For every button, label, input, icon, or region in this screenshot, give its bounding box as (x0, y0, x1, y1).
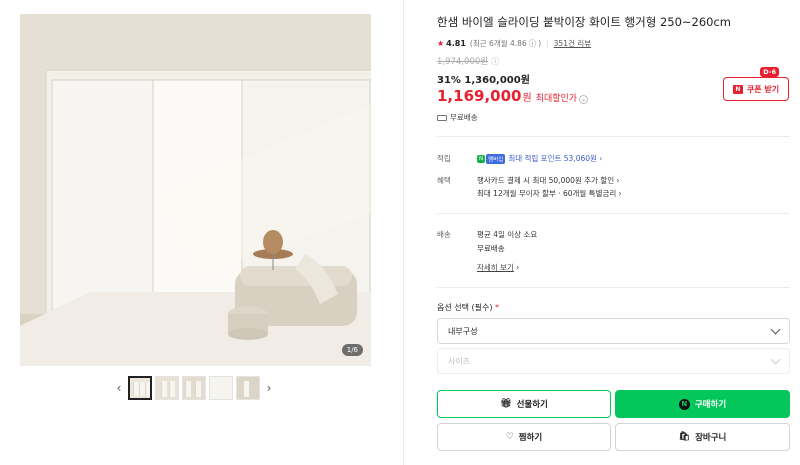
buy-button-label: 구매하기 (694, 400, 727, 410)
coupon-dday-badge: D-6 (760, 67, 779, 77)
final-price-row: 1,169,000 원 최대할인가 ⌄ (437, 87, 589, 105)
original-price: 1,974,000원 ⓘ (437, 55, 499, 67)
divider (437, 287, 790, 288)
free-shipping-label: 무료배송 (450, 113, 478, 122)
gift-icon: 🎁︎ (500, 399, 512, 409)
coupon-area: D-6 N 쿠폰 받기 (723, 67, 789, 101)
final-price-unit: 원 (522, 93, 532, 104)
chevron-right-icon: › (513, 263, 520, 272)
divider (437, 136, 790, 137)
naver-pay-icon: N (732, 84, 743, 94)
chevron-down-icon (770, 354, 781, 364)
rating-score: 4.81 (446, 39, 466, 48)
divider (437, 213, 790, 214)
delivery-fee: 무료배송 (477, 244, 505, 253)
original-price-value: 1,974,000원 (437, 57, 489, 67)
product-main-image[interactable]: 1/6 (20, 14, 371, 366)
final-price: 1,169,000 (437, 87, 522, 105)
thumbnail-4[interactable] (209, 376, 233, 400)
points-label: 적립 (437, 154, 451, 163)
max-discount-link[interactable]: 최대할인가 (536, 91, 577, 104)
option-select-size-label: 사이즈 (448, 356, 471, 366)
option-select-size[interactable]: 사이즈 (437, 348, 790, 374)
chevron-right-icon: › (596, 154, 603, 163)
option-select-internal[interactable]: 내부구성 (437, 318, 790, 344)
option-label: 옵션 선택 (필수) * (437, 302, 499, 313)
chevron-right-icon: › (616, 189, 622, 198)
points-value[interactable]: N 멤버십 최대 적립 포인트 53,060원 › (477, 153, 602, 164)
chevron-right-icon: › (614, 176, 620, 185)
coupon-button-label: 쿠폰 받기 (746, 84, 780, 94)
delivery-more-text: 자세히 보기 (477, 263, 514, 272)
rating-recent-close: ) (538, 39, 542, 48)
thumb-prev-icon[interactable]: ‹ (113, 378, 125, 398)
review-count-link[interactable]: 351건 리뷰 (554, 38, 591, 49)
price-info-icon[interactable]: ⓘ (491, 56, 499, 67)
free-shipping: 무료배송 (437, 112, 478, 123)
required-mark: * (495, 303, 500, 312)
product-gallery: 1/6 (20, 14, 371, 366)
delivery-more-link[interactable]: 자세히 보기 › (477, 262, 519, 273)
option-select-internal-label: 내부구성 (448, 326, 478, 336)
info-icon[interactable]: ⓘ (529, 38, 537, 49)
cart-button-label: 장바구니 (695, 433, 727, 443)
thumbnail-strip: ‹ › (113, 375, 275, 401)
chevron-down-icon[interactable]: ⌄ (579, 95, 589, 104)
thumbnail-1[interactable] (128, 376, 152, 400)
coupon-button[interactable]: N 쿠폰 받기 (723, 77, 789, 101)
discount-price: 31% 1,360,000원 (437, 75, 530, 86)
thumbnail-3[interactable] (182, 376, 206, 400)
rating-row: ★ 4.81 (최근 6개월 4.86 ⓘ ) | 351건 리뷰 (437, 38, 591, 49)
cart-icon: 🛍︎ (678, 432, 691, 442)
rating-recent: (최근 6개월 4.86 (469, 39, 527, 48)
naver-plus-icon: N (477, 155, 486, 163)
gift-button[interactable]: 🎁︎ 선물하기 (437, 390, 611, 418)
gift-button-label: 선물하기 (516, 400, 548, 410)
thumb-next-icon[interactable]: › (263, 378, 275, 398)
product-title: 한샘 바이엘 슬라이딩 붙박이장 화이트 행거형 250~260cm (437, 15, 732, 29)
benefits-label: 혜택 (437, 176, 451, 185)
benefit-1-text: 행사카드 결제 시 최대 50,000원 추가 할인 (477, 176, 615, 185)
buy-button[interactable]: N 구매하기 (615, 390, 790, 418)
heart-icon: ♡ (505, 432, 514, 442)
membership-badge: 멤버십 (486, 154, 506, 164)
thumbnail-5[interactable] (236, 376, 260, 400)
benefit-2-text: 최대 12개월 무이자 할부 · 60개월 특별금리 (477, 189, 617, 198)
benefit-1[interactable]: 행사카드 결제 시 최대 50,000원 추가 할인 › (477, 175, 620, 186)
star-icon: ★ (437, 39, 445, 48)
wish-button-label: 찜하기 (518, 433, 543, 443)
chevron-down-icon (770, 324, 781, 334)
truck-icon (437, 114, 447, 121)
points-text: 최대 적립 포인트 53,060원 (508, 154, 597, 163)
naver-pay-icon: N (678, 398, 690, 410)
delivery-time: 평균 4일 이상 소요 (477, 230, 538, 239)
wish-button[interactable]: ♡ 찜하기 (437, 423, 611, 451)
image-page-counter: 1/6 (341, 344, 363, 356)
option-label-text: 옵션 선택 (필수) (437, 303, 493, 312)
benefit-2[interactable]: 최대 12개월 무이자 할부 · 60개월 특별금리 › (477, 188, 622, 199)
column-divider (403, 0, 404, 465)
cart-button[interactable]: 🛍︎ 장바구니 (615, 423, 790, 451)
separator: | (546, 39, 549, 48)
delivery-label: 배송 (437, 230, 451, 239)
thumbnail-2[interactable] (155, 376, 179, 400)
